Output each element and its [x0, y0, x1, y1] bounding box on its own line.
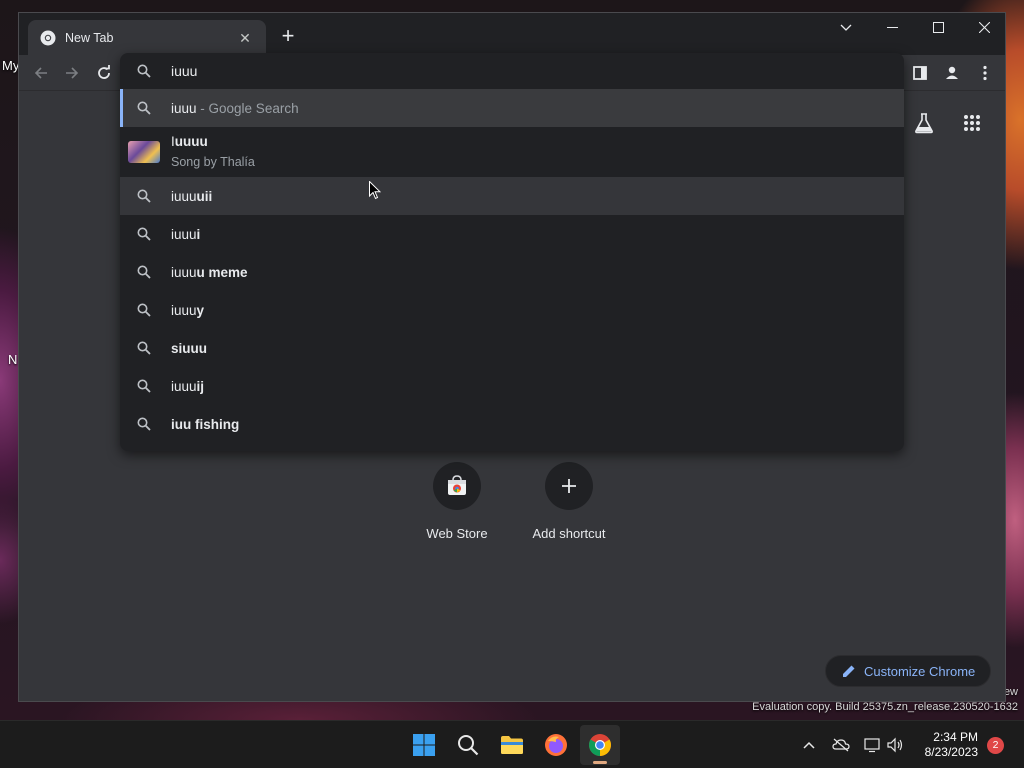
watermark-text: ew — [1003, 686, 1018, 698]
suggestion-item[interactable]: iuuuij — [120, 367, 904, 405]
suggestion-suffix: - Google Search — [196, 100, 299, 116]
chrome-icon — [589, 734, 611, 756]
back-arrow-icon — [34, 67, 47, 79]
omnibox-input-row — [120, 53, 904, 89]
shortcut-tile — [545, 462, 593, 510]
clock-time: 2:34 PM — [933, 730, 978, 744]
apps-grid-icon[interactable] — [958, 109, 986, 137]
customize-chrome-label: Customize Chrome — [864, 663, 976, 679]
search-icon — [120, 303, 168, 317]
kebab-menu-icon — [983, 65, 987, 81]
suggestion-item[interactable]: iuuuu meme — [120, 253, 904, 291]
start-button[interactable] — [404, 725, 444, 765]
side-panel-icon — [913, 66, 927, 80]
shortcut-add[interactable]: Add shortcut — [514, 462, 624, 541]
shortcut-label: Web Store — [426, 526, 488, 541]
suggestion-item[interactable]: iuuuuii — [120, 177, 904, 215]
suggestion-bold-text: u meme — [196, 264, 248, 280]
volume-icon[interactable] — [885, 735, 905, 755]
active-app-indicator — [593, 761, 607, 764]
suggestion-text: iuuu — [171, 302, 197, 318]
suggestion-bold-text: iuu fishing — [171, 416, 240, 432]
suggestion-text: iuuu — [171, 188, 197, 204]
windows-logo-icon — [413, 734, 435, 756]
tab-title: New Tab — [65, 30, 114, 45]
suggestion-text: iuuu — [171, 226, 197, 242]
show-hidden-icons-button[interactable] — [799, 735, 819, 755]
desktop-icon-label[interactable]: N — [8, 352, 17, 367]
search-icon — [120, 227, 168, 241]
suggestion-item[interactable]: siuuu — [120, 329, 904, 367]
suggestion-item[interactable]: iuuuy — [120, 291, 904, 329]
omnibox-dropdown: iuuu - Google Search Iuuuu Song by Thalí… — [120, 53, 904, 451]
profile-button[interactable] — [940, 61, 964, 85]
menu-button[interactable] — [973, 61, 997, 85]
song-thumbnail — [120, 141, 168, 163]
suggestion-bold-text: i — [196, 226, 201, 242]
pencil-icon — [843, 665, 855, 677]
search-icon — [120, 417, 168, 431]
address-bar-input[interactable] — [171, 63, 771, 79]
notification-badge[interactable]: 2 — [987, 737, 1004, 754]
suggestion-bold-text: siuuu — [171, 340, 207, 356]
shortcut-web-store[interactable]: Web Store — [402, 462, 512, 541]
tab-new-tab[interactable]: New Tab ✕ — [28, 20, 266, 55]
profile-icon — [946, 66, 958, 79]
search-icon — [120, 265, 168, 279]
search-icon — [120, 341, 168, 355]
minimize-button[interactable] — [869, 13, 915, 41]
search-icon — [120, 189, 168, 203]
suggestion-text: iuuu — [171, 264, 197, 280]
onedrive-icon[interactable] — [831, 735, 851, 755]
search-icon — [120, 101, 168, 115]
new-tab-button[interactable]: + — [276, 25, 300, 49]
desktop-icon-label[interactable]: My — [2, 58, 19, 73]
file-explorer-button[interactable] — [492, 725, 532, 765]
tab-search-icon[interactable] — [823, 13, 869, 41]
suggestion-bold-text: uuuu — [174, 134, 208, 149]
suggestion-item-entity[interactable]: Iuuuu Song by Thalía — [120, 127, 904, 177]
forward-arrow-icon — [66, 67, 79, 79]
mouse-cursor-icon — [369, 181, 381, 200]
clock-date: 8/23/2023 — [924, 745, 978, 759]
suggestion-subtitle: Song by Thalía — [171, 155, 255, 169]
reload-icon — [98, 65, 110, 79]
watermark-text: Evaluation copy. Build 25375.zn_release.… — [752, 701, 1018, 713]
network-icon[interactable] — [862, 735, 882, 755]
suggestion-item[interactable]: iuuui — [120, 215, 904, 253]
taskbar-search-button[interactable] — [448, 725, 488, 765]
suggestion-item[interactable]: iuuu - Google Search — [120, 89, 904, 127]
web-store-icon — [448, 475, 466, 495]
forward-button[interactable] — [60, 61, 84, 85]
suggestion-text: iuuu — [171, 100, 197, 116]
suggestion-bold-text: y — [196, 302, 205, 318]
system-clock[interactable]: 2:34 PM 8/23/2023 — [916, 730, 978, 760]
title-bar: New Tab ✕ + — [19, 13, 1005, 55]
suggestion-bold-text: ij — [196, 378, 205, 394]
close-window-button[interactable] — [961, 13, 1007, 41]
chrome-favicon-icon — [40, 30, 56, 45]
chevron-up-icon — [803, 741, 815, 749]
search-icon — [120, 379, 168, 393]
chrome-taskbar-button[interactable] — [580, 725, 620, 765]
taskbar: 2:34 PM 8/23/2023 2 — [0, 720, 1024, 768]
search-icon — [458, 735, 479, 756]
tab-close-icon[interactable]: ✕ — [236, 29, 254, 47]
plus-icon — [562, 479, 576, 493]
firefox-button[interactable] — [536, 725, 576, 765]
reload-button[interactable] — [92, 61, 116, 85]
suggestion-text: iuuu — [171, 378, 197, 394]
maximize-button[interactable] — [915, 13, 961, 41]
labs-flask-icon[interactable] — [910, 109, 938, 137]
folder-icon — [501, 736, 523, 754]
back-button[interactable] — [29, 61, 53, 85]
customize-chrome-button[interactable]: Customize Chrome — [825, 655, 991, 687]
firefox-icon — [545, 734, 567, 756]
shortcut-tile — [433, 462, 481, 510]
search-icon — [120, 64, 168, 78]
suggestion-item[interactable]: iuu fishing — [120, 405, 904, 443]
side-panel-button[interactable] — [908, 61, 932, 85]
shortcut-label: Add shortcut — [532, 526, 606, 541]
suggestion-bold-text: uii — [196, 188, 213, 204]
